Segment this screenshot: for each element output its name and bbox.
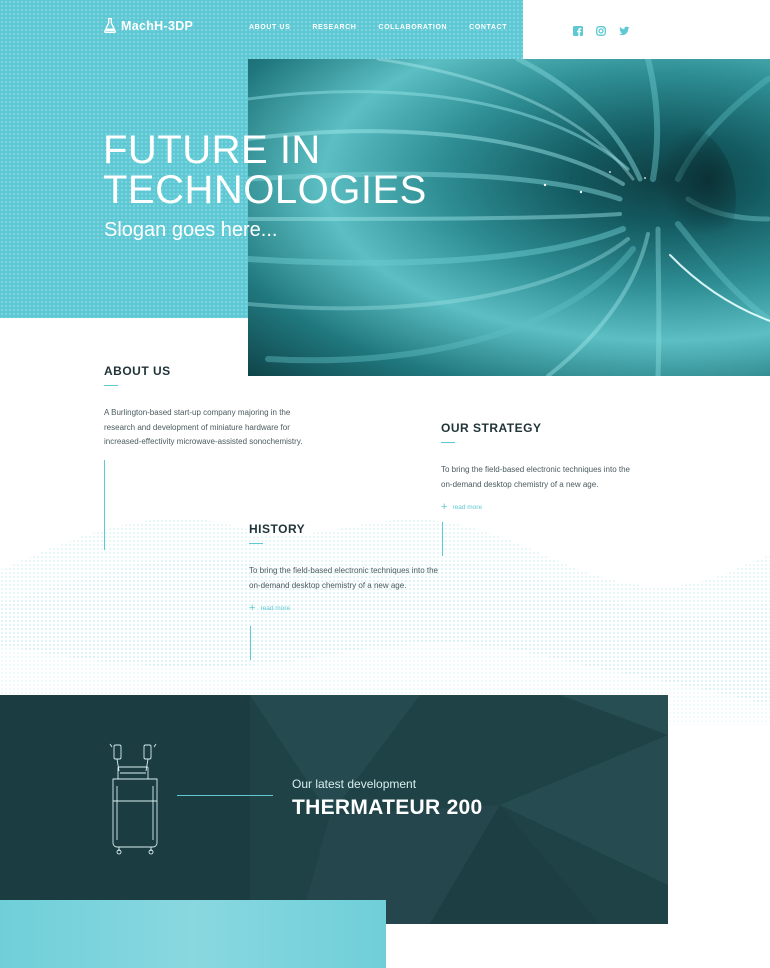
hero-tunnel-image [248,59,770,376]
strategy-read-more-label: read more [452,503,483,511]
strategy-title-underline [441,442,455,443]
history-divider-line [250,626,251,660]
strategy-text-line: on-demand desktop chemistry of a new age… [441,479,599,489]
strategy-divider-line [442,522,443,556]
instagram-icon[interactable] [596,23,606,36]
history-read-more-label: read more [260,604,291,612]
brand-logo[interactable]: MachH-3DP [104,18,193,33]
twitter-icon[interactable] [618,23,630,36]
nav-contact[interactable]: CONTACT [469,24,507,31]
facebook-icon[interactable] [573,23,583,36]
nav-research[interactable]: RESEARCH [312,24,356,31]
flask-icon [104,18,116,33]
history-text-line: on-demand desktop chemistry of a new age… [249,580,407,590]
plus-icon: + [249,602,256,614]
nav-about-us[interactable]: ABOUT US [249,24,290,31]
strategy-text: To bring the field-based electronic tech… [441,463,630,492]
plus-icon: + [441,501,448,513]
history-text-line: To bring the field-based electronic tech… [249,566,439,575]
strategy-title: OUR STRATEGY [441,421,542,435]
hero-slogan: Slogan goes here... [104,219,278,241]
about-title: ABOUT US [104,364,171,378]
about-text-line: research and development of miniature ha… [104,422,290,432]
main-nav: ABOUT US RESEARCH COLLABORATION CONTACT [249,24,529,31]
about-text-line: increased-effectivity microwave-assisted… [104,437,303,446]
product-subtitle: Our latest development [292,777,417,791]
hero-title-line-2: TECHNOLOGIES [103,168,427,212]
brand-name: MachH-3DP [121,18,194,33]
history-title-underline [249,543,263,544]
history-read-more-link[interactable]: + read more [249,602,291,614]
nav-collaboration[interactable]: COLLABORATION [378,24,447,31]
history-title: HISTORY [249,522,306,536]
topbar-social-area [523,0,770,59]
hero-title: FUTURE IN TECHNOLOGIES [103,130,427,210]
about-title-underline [104,385,118,386]
strategy-read-more-link[interactable]: + read more [441,501,483,513]
strategy-text-line: To bring the field-based electronic tech… [441,465,631,474]
about-divider-line [104,460,105,550]
social-links [573,23,630,36]
about-text: A Burlington-based start-up company majo… [104,406,302,450]
hero-title-line-1: FUTURE IN [103,128,321,172]
thermateur-device-icon [109,743,158,855]
bottom-image-panel [0,900,386,968]
dotted-wave-decoration [0,518,770,725]
product-connector-line [177,795,273,796]
history-text: To bring the field-based electronic tech… [249,564,438,593]
product-title[interactable]: THERMATEUR 200 [292,796,483,820]
about-text-line: A Burlington-based start-up company majo… [104,408,291,417]
